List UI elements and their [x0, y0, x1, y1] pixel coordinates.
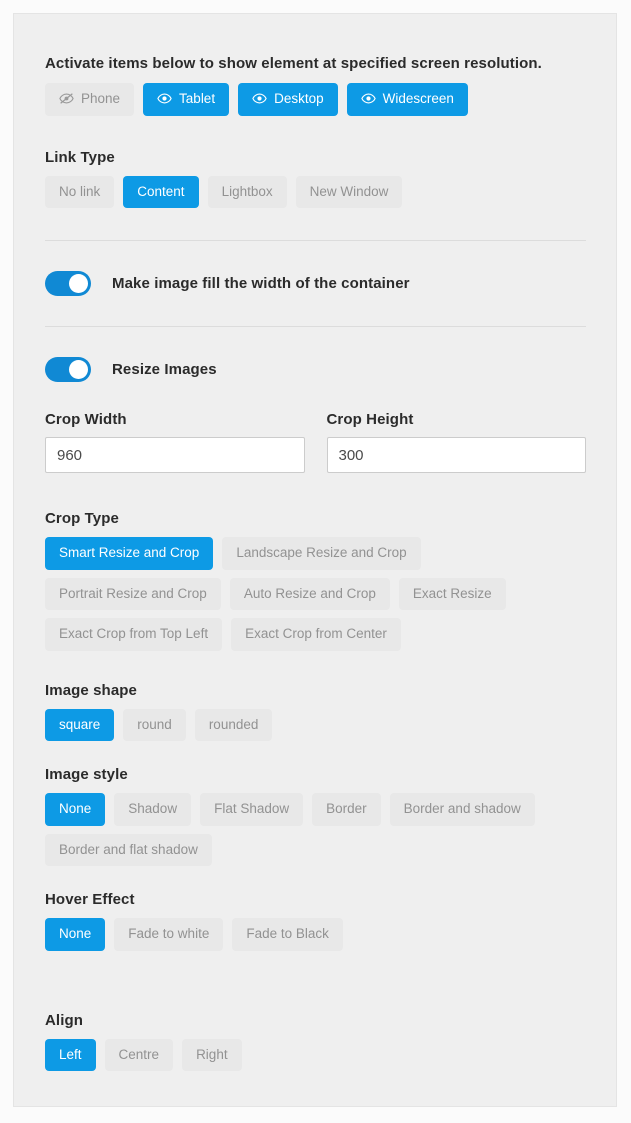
resize-images-row: Resize Images [45, 357, 586, 382]
image-shape-option-square-label: square [59, 716, 101, 732]
eye-icon [157, 93, 172, 104]
image-style-button-group: None Shadow Flat Shadow Border Border an… [45, 793, 586, 866]
image-style-option-border-and-shadow[interactable]: Border and shadow [389, 793, 535, 826]
resolution-button-desktop-label: Desktop [274, 91, 324, 106]
crop-height-input[interactable] [326, 437, 586, 473]
align-option-right-label: Right [196, 1046, 228, 1062]
image-settings-panel: Activate items below to show element at … [13, 13, 617, 1107]
crop-type-option-portrait-resize-and-crop[interactable]: Portrait Resize and Crop [45, 577, 221, 610]
image-style-label: Image style [45, 766, 128, 783]
image-style-option-border-and-flat-shadow-label: Border and flat shadow [59, 841, 198, 857]
link-type-option-no-link[interactable]: No link [45, 175, 115, 208]
image-style-option-flat-shadow-label: Flat Shadow [214, 801, 290, 816]
resolution-button-tablet[interactable]: Tablet [143, 83, 230, 116]
resize-images-toggle-knob [69, 360, 88, 379]
fill-width-label: Make image fill the width of the contain… [112, 275, 410, 292]
align-option-centre-label: Centre [118, 1046, 160, 1062]
hover-effect-option-fade-to-black-label: Fade to Black [246, 926, 329, 941]
image-shape-option-round-label: round [137, 716, 172, 732]
align-option-left-label: Left [59, 1046, 82, 1062]
crop-width-field-wrapper: Crop Width [45, 410, 305, 473]
hover-effect-option-fade-to-black[interactable]: Fade to Black [232, 918, 343, 951]
hover-effect-option-fade-to-white-label: Fade to white [128, 926, 210, 941]
resolution-button-group: Phone Tablet Desktop Widescreen [45, 83, 586, 116]
fill-width-row: Make image fill the width of the contain… [45, 271, 586, 296]
hover-effect-label: Hover Effect [45, 891, 135, 908]
crop-type-option-exact-resize[interactable]: Exact Resize [398, 577, 506, 610]
crop-type-option-exact-crop-from-center-label: Exact Crop from Center [245, 626, 387, 641]
link-type-option-new-window[interactable]: New Window [295, 175, 403, 208]
fill-width-toggle-knob [69, 274, 88, 293]
hover-effect-option-fade-to-white[interactable]: Fade to white [114, 918, 224, 951]
crop-type-option-exact-crop-from-top-left[interactable]: Exact Crop from Top Left [45, 618, 223, 651]
align-option-centre[interactable]: Centre [104, 1038, 174, 1071]
image-shape-option-round[interactable]: round [123, 708, 186, 741]
crop-width-input[interactable] [45, 437, 305, 473]
image-style-option-shadow[interactable]: Shadow [114, 793, 192, 826]
crop-type-option-smart-resize-and-crop-label: Smart Resize and Crop [59, 545, 200, 560]
crop-height-field-wrapper: Crop Height [326, 410, 586, 473]
eye-slash-icon [59, 93, 74, 104]
image-shape-option-square[interactable]: square [45, 708, 115, 741]
eye-icon [360, 93, 376, 104]
crop-type-option-landscape-resize-and-crop[interactable]: Landscape Resize and Crop [222, 537, 421, 570]
crop-dimensions-group: Crop Width Crop Height [45, 410, 586, 473]
align-option-left[interactable]: Left [45, 1038, 96, 1071]
link-type-option-lightbox-label: Lightbox [221, 183, 273, 199]
hover-effect-option-none-label: None [59, 926, 92, 941]
image-style-option-none[interactable]: None [45, 793, 106, 826]
crop-type-option-auto-resize-and-crop[interactable]: Auto Resize and Crop [229, 577, 390, 610]
crop-type-option-exact-crop-from-center[interactable]: Exact Crop from Center [231, 618, 401, 651]
image-shape-option-rounded-label: rounded [208, 716, 259, 732]
resolution-button-tablet-label: Tablet [179, 91, 216, 106]
crop-type-option-exact-resize-label: Exact Resize [412, 585, 492, 601]
crop-type-button-group: Smart Resize and Crop Landscape Resize a… [45, 537, 586, 651]
crop-height-label: Crop Height [326, 411, 414, 428]
image-style-option-border-and-flat-shadow[interactable]: Border and flat shadow [45, 833, 212, 866]
crop-type-label: Crop Type [45, 510, 119, 527]
crop-width-label: Crop Width [45, 411, 127, 428]
eye-icon [252, 93, 267, 104]
resolution-button-widescreen[interactable]: Widescreen [346, 83, 468, 116]
resolution-intro-text: Activate items below to show element at … [45, 55, 542, 72]
crop-type-option-portrait-resize-and-crop-label: Portrait Resize and Crop [59, 585, 207, 601]
link-type-option-content-label: Content [137, 183, 185, 199]
crop-type-option-landscape-resize-and-crop-label: Landscape Resize and Crop [236, 545, 407, 560]
crop-type-option-exact-crop-from-top-left-label: Exact Crop from Top Left [59, 626, 209, 641]
link-type-option-lightbox[interactable]: Lightbox [207, 175, 287, 208]
crop-type-option-smart-resize-and-crop[interactable]: Smart Resize and Crop [45, 537, 214, 570]
link-type-option-new-window-label: New Window [309, 183, 389, 199]
image-style-option-shadow-label: Shadow [128, 801, 178, 816]
image-shape-button-group: square round rounded [45, 708, 586, 741]
resize-images-label: Resize Images [112, 361, 217, 378]
resolution-button-widescreen-label: Widescreen [382, 91, 454, 106]
resolution-button-desktop[interactable]: Desktop [238, 83, 338, 116]
align-button-group: Left Centre Right [45, 1038, 586, 1071]
image-style-option-border-label: Border [326, 801, 367, 816]
image-style-option-border[interactable]: Border [312, 793, 381, 826]
image-shape-label: Image shape [45, 681, 137, 699]
link-type-label: Link Type [45, 148, 115, 166]
hover-effect-option-none[interactable]: None [45, 918, 106, 951]
link-type-option-content[interactable]: Content [123, 175, 199, 208]
image-style-option-flat-shadow[interactable]: Flat Shadow [200, 793, 304, 826]
fill-width-toggle[interactable] [45, 271, 91, 296]
link-type-option-no-link-label: No link [59, 183, 101, 199]
hover-effect-button-group: None Fade to white Fade to Black [45, 918, 586, 951]
align-label: Align [45, 1011, 83, 1029]
resolution-button-phone-label: Phone [81, 91, 121, 106]
align-option-right[interactable]: Right [182, 1038, 242, 1071]
image-style-option-none-label: None [59, 801, 92, 816]
image-style-option-border-and-shadow-label: Border and shadow [403, 801, 521, 816]
image-shape-option-rounded[interactable]: rounded [194, 708, 273, 741]
resolution-button-phone[interactable]: Phone [45, 83, 135, 116]
crop-type-option-auto-resize-and-crop-label: Auto Resize and Crop [243, 585, 376, 601]
link-type-button-group: No link Content Lightbox New Window [45, 175, 586, 208]
resize-images-toggle[interactable] [45, 357, 91, 382]
